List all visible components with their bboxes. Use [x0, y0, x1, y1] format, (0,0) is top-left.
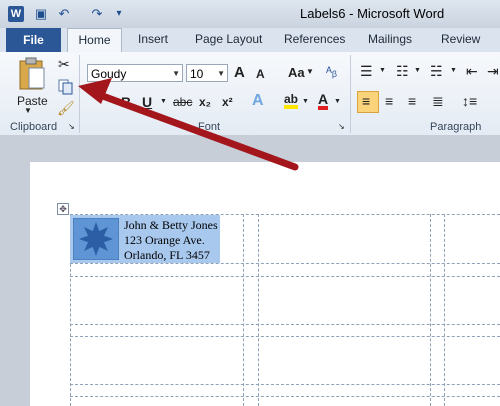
- copy-icon[interactable]: [58, 79, 74, 95]
- increase-indent-icon[interactable]: ⇥: [487, 63, 499, 80]
- font-launcher-icon[interactable]: ↘: [338, 122, 345, 131]
- font-group-label: Font: [198, 121, 221, 133]
- align-right-icon[interactable]: ≡: [408, 93, 416, 109]
- table-gridline: [70, 336, 500, 337]
- line-spacing-icon[interactable]: ↕≡: [462, 93, 477, 109]
- chevron-down-icon[interactable]: ▼: [450, 67, 457, 74]
- justify-icon[interactable]: ≣: [432, 93, 444, 110]
- underline-button[interactable]: U: [142, 94, 152, 110]
- table-gridline: [444, 214, 445, 406]
- table-gridline: [70, 384, 500, 385]
- table-gridline: [70, 263, 500, 264]
- font-name-combo[interactable]: Goudy ▼: [87, 64, 183, 82]
- tab-mailings[interactable]: Mailings: [368, 32, 412, 46]
- group-separator: [79, 55, 80, 133]
- format-painter-icon[interactable]: 🖌: [57, 100, 75, 117]
- bullets-icon[interactable]: ☰: [360, 63, 373, 80]
- undo-icon[interactable]: ↶: [55, 5, 73, 23]
- word-app-icon[interactable]: W: [8, 6, 24, 22]
- table-gridline: [430, 214, 431, 406]
- paste-button[interactable]: Paste: [17, 94, 48, 108]
- ribbon: [0, 52, 500, 136]
- tab-review[interactable]: Review: [441, 32, 480, 46]
- paragraph-group-label: Paragraph: [430, 121, 482, 133]
- chevron-down-icon[interactable]: ▼: [334, 98, 341, 105]
- highlight-button[interactable]: ab: [284, 93, 299, 109]
- chevron-down-icon[interactable]: ▼: [217, 65, 225, 83]
- tab-home[interactable]: Home: [67, 28, 122, 53]
- address-line-2[interactable]: 123 Orange Ave.: [124, 233, 205, 248]
- redo-icon[interactable]: ↷: [88, 5, 106, 23]
- address-line-3[interactable]: Orlando, FL 3457: [124, 248, 210, 263]
- chevron-down-icon[interactable]: ▼: [414, 67, 421, 74]
- clipboard-group-label: Clipboard: [10, 121, 58, 133]
- address-line-1[interactable]: John & Betty Jones: [124, 218, 218, 233]
- change-case-button[interactable]: Aa: [288, 65, 305, 80]
- chevron-down-icon[interactable]: ▼: [379, 67, 386, 74]
- table-gridline: [258, 214, 259, 406]
- clear-formatting-icon[interactable]: ᴬᵦ: [326, 64, 337, 79]
- chevron-down-icon[interactable]: ▼: [306, 67, 314, 76]
- font-size-combo[interactable]: 10 ▼: [186, 64, 228, 82]
- strikethrough-button[interactable]: abc: [173, 95, 192, 109]
- customize-qat-icon[interactable]: ▾: [110, 5, 128, 23]
- save-icon[interactable]: ▣: [32, 5, 50, 23]
- table-gridline: [243, 214, 244, 406]
- tab-file[interactable]: File: [6, 28, 61, 52]
- star-graphic-icon[interactable]: [73, 218, 119, 260]
- align-left-icon: ≡: [362, 93, 371, 109]
- bold-button[interactable]: B: [121, 94, 131, 110]
- font-color-button[interactable]: A: [318, 92, 329, 110]
- shrink-font-button[interactable]: A: [256, 67, 265, 81]
- subscript-button[interactable]: x₂: [199, 95, 211, 109]
- font-name-value: Goudy: [91, 67, 127, 81]
- grow-font-button[interactable]: A: [234, 64, 245, 81]
- window-title: Labels6 - Microsoft Word: [300, 6, 445, 21]
- table-gridline: [70, 396, 500, 397]
- table-move-handle-icon[interactable]: ✥: [57, 203, 69, 215]
- tab-insert[interactable]: Insert: [138, 32, 168, 46]
- align-center-icon[interactable]: ≡: [385, 93, 393, 109]
- decrease-indent-icon[interactable]: ⇤: [466, 63, 478, 80]
- tab-references[interactable]: References: [284, 32, 345, 46]
- numbering-icon[interactable]: ☷: [396, 63, 409, 80]
- title-bar: W ▣ ↶ ↷ ▾ Labels6 - Microsoft Word: [0, 0, 500, 28]
- paste-dropdown-icon[interactable]: ▼: [24, 106, 32, 115]
- table-gridline: [70, 324, 500, 325]
- font-size-value: 10: [190, 67, 204, 81]
- clipboard-launcher-icon[interactable]: ↘: [68, 122, 75, 131]
- text-effects-button[interactable]: A: [252, 92, 264, 110]
- chevron-down-icon[interactable]: ▼: [302, 98, 309, 105]
- chevron-down-icon[interactable]: ▼: [160, 98, 167, 105]
- tab-page-layout[interactable]: Page Layout: [195, 32, 262, 46]
- multilevel-list-icon[interactable]: ☵: [430, 63, 443, 80]
- paste-icon[interactable]: [18, 57, 48, 91]
- chevron-down-icon[interactable]: ▼: [172, 65, 180, 83]
- cut-icon[interactable]: ✂: [58, 56, 70, 73]
- table-gridline: [70, 276, 500, 277]
- superscript-button[interactable]: x²: [222, 95, 233, 109]
- group-separator: [350, 55, 351, 133]
